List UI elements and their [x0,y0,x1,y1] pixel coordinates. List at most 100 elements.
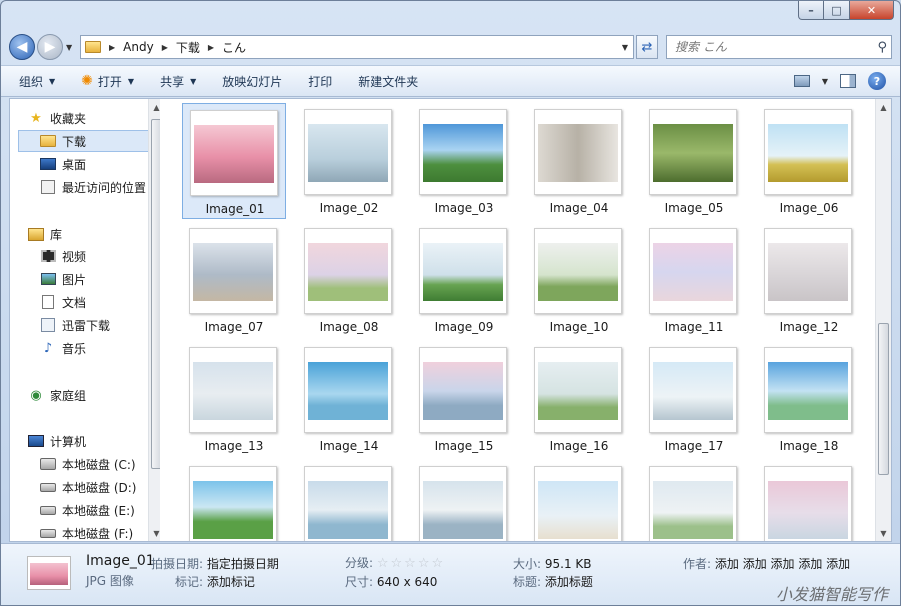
breadcrumb-andy[interactable]: Andy [123,40,154,54]
sidebar-item-disk-e[interactable]: 本地磁盘 (E:) [40,499,135,521]
scroll-down-icon[interactable]: ▼ [149,525,160,541]
photo-preview [653,362,733,420]
file-grid: Image_01 Image_02 Image_03 Image_04 Image_05… [182,103,872,541]
scroll-up-icon[interactable]: ▲ [876,99,891,115]
refresh-button[interactable]: ⇄ [636,35,658,59]
file-item[interactable]: Image_21 [412,460,516,541]
field-key: 标题: [513,575,542,589]
minimize-button[interactable]: – [798,1,824,20]
picture-library-icon [40,272,56,286]
sidebar-label: 最近访问的位置 [62,180,147,195]
maximize-button[interactable]: □ [824,1,850,20]
file-thumbnail [534,109,622,195]
sidebar-item-disk-c[interactable]: 本地磁盘 (C:) [40,453,136,475]
sidebar-item-thunder-downloads[interactable]: 迅雷下载 [40,314,110,336]
file-item[interactable]: Image_14 [297,341,401,457]
sidebar-item-videos[interactable]: 视频 [40,245,86,267]
file-item[interactable]: Image_12 [757,222,861,338]
file-item[interactable]: Image_13 [182,341,286,457]
share-menu[interactable]: 共享 ▼ [160,73,196,90]
change-view-icon[interactable] [793,75,810,87]
file-item[interactable]: Image_06 [757,103,861,219]
file-item[interactable]: Image_24 [757,460,861,541]
file-item[interactable]: Image_20 [297,460,401,541]
sidebar-item-pictures[interactable]: 图片 [40,268,86,290]
close-button[interactable]: ✕ [850,1,894,20]
open-menu[interactable]: ✺ 打开 ▼ [81,73,134,90]
breadcrumb-separator-icon[interactable]: ▶ [208,43,214,52]
forward-button[interactable]: ▶ [37,34,63,60]
sidebar-label: 本地磁盘 (E:) [62,503,135,518]
print-button[interactable]: 打印 [308,73,332,90]
photo-preview [768,362,848,420]
sidebar-item-disk-f[interactable]: 本地磁盘 (F:) [40,522,133,541]
sidebar-libraries[interactable]: 库 [28,223,62,245]
breadcrumb-current-folder[interactable]: こん [222,39,246,56]
scrollbar-thumb[interactable] [878,323,889,475]
sidebar-label: 本地磁盘 (C:) [62,457,136,472]
file-item[interactable]: Image_18 [757,341,861,457]
sidebar-item-desktop[interactable]: 桌面 [40,153,86,175]
date-taken-value[interactable]: 指定拍摄日期 [207,557,279,571]
file-item[interactable]: Image_11 [642,222,746,338]
author-field: 作者: 添加 添加 添加 添加 添加 [683,555,850,572]
navigation-scrollbar[interactable]: ▲ ▼ [148,99,160,541]
back-button[interactable]: ◀ [9,34,35,60]
file-list-scrollbar[interactable]: ▲ ▼ [875,99,891,541]
file-item[interactable]: Image_17 [642,341,746,457]
file-item[interactable]: Image_05 [642,103,746,219]
sidebar-computer[interactable]: 计算机 [28,430,86,452]
file-item[interactable]: Image_22 [527,460,631,541]
recent-pages-dropdown[interactable]: ▼ [66,43,76,52]
sidebar-item-music[interactable]: ♪ 音乐 [40,337,86,359]
sidebar-item-downloads[interactable]: 下载 [18,130,154,152]
photo-preview [538,481,618,539]
sidebar-item-recent[interactable]: 最近访问的位置 [40,176,146,198]
title-value[interactable]: 添加标题 [545,575,593,589]
rating-stars[interactable]: ☆☆☆☆☆ [377,556,445,571]
view-options-dropdown-icon[interactable]: ▼ [822,77,828,86]
search-input[interactable] [675,40,878,54]
file-name-label: Image_09 [434,320,494,334]
sidebar-favorites[interactable]: ★ 收藏夹 [28,107,86,129]
breadcrumb-separator-icon[interactable]: ▶ [109,43,115,52]
search-icon[interactable]: ⚲ [877,40,887,55]
file-item[interactable]: Image_10 [527,222,631,338]
search-box[interactable]: ⚲ [666,35,892,59]
address-dropdown-icon[interactable]: ▼ [617,43,633,52]
author-value[interactable]: 添加 添加 添加 添加 添加 [715,557,850,571]
scrollbar-thumb[interactable] [151,119,160,469]
organize-menu[interactable]: 组织 ▼ [19,73,55,90]
file-item[interactable]: Image_15 [412,341,516,457]
file-item[interactable]: Image_01 [182,103,286,219]
scroll-down-icon[interactable]: ▼ [876,525,891,541]
address-bar[interactable]: ▶ Andy ▶ 下载 ▶ こん ▼ [80,35,634,59]
new-folder-button[interactable]: 新建文件夹 [358,73,418,90]
file-item[interactable]: Image_16 [527,341,631,457]
video-library-icon [40,249,56,263]
photo-preview [653,481,733,539]
file-item[interactable]: Image_08 [297,222,401,338]
sidebar-item-disk-d[interactable]: 本地磁盘 (D:) [40,476,136,498]
breadcrumb-downloads[interactable]: 下载 [176,39,200,56]
slideshow-button[interactable]: 放映幻灯片 [222,73,282,90]
caption-buttons: – □ ✕ [798,1,894,20]
file-item[interactable]: Image_09 [412,222,516,338]
sidebar-homegroup[interactable]: ◉ 家庭组 [28,384,86,406]
field-key: 标记: [175,575,204,589]
file-item[interactable]: Image_04 [527,103,631,219]
sidebar-item-documents[interactable]: 文档 [40,291,86,313]
file-item[interactable]: Image_03 [412,103,516,219]
file-name-label: Image_13 [204,439,264,453]
help-icon[interactable]: ? [868,72,886,90]
breadcrumb-separator-icon[interactable]: ▶ [162,43,168,52]
scroll-up-icon[interactable]: ▲ [149,99,160,115]
file-item[interactable]: Image_02 [297,103,401,219]
file-item[interactable]: Image_19 [182,460,286,541]
preview-pane-icon[interactable] [840,74,856,88]
download-folder-icon [40,318,56,332]
field-key: 分级: [345,556,374,570]
tags-value[interactable]: 添加标记 [207,575,255,589]
file-item[interactable]: Image_23 [642,460,746,541]
file-item[interactable]: Image_07 [182,222,286,338]
